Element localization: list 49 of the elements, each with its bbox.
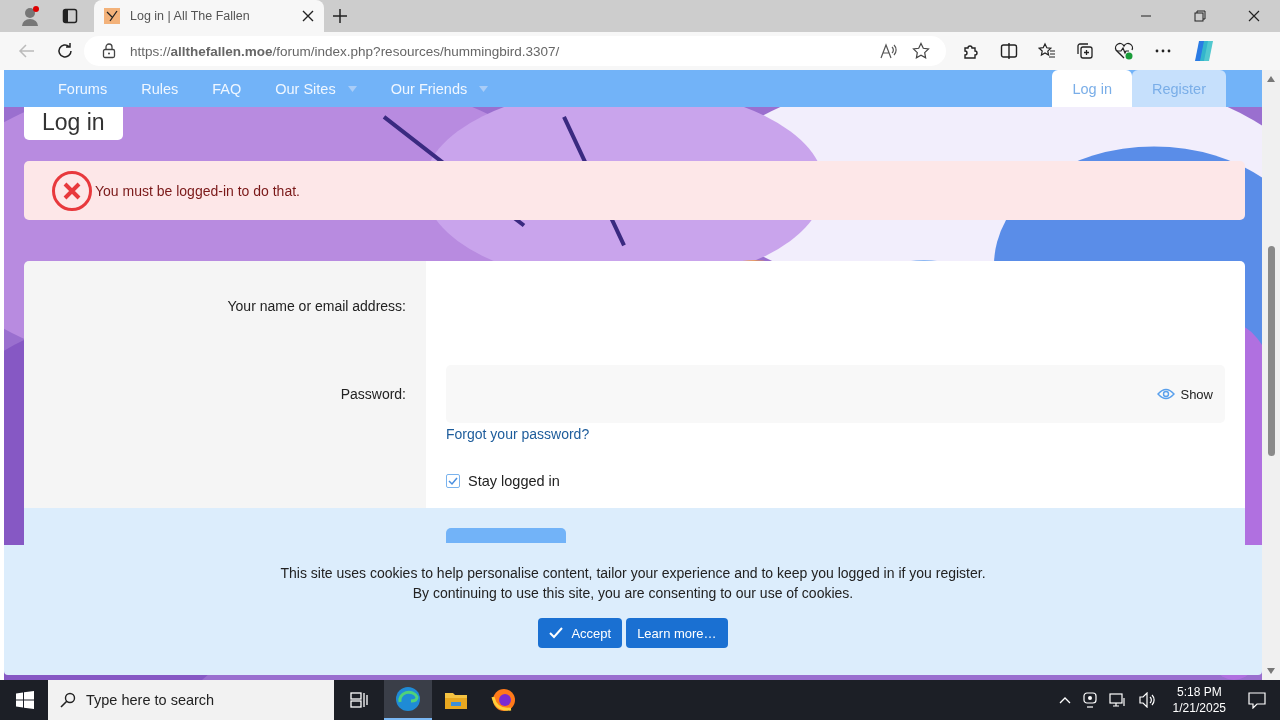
split-screen-icon[interactable]	[1000, 42, 1018, 60]
password-field[interactable]: Show	[446, 365, 1225, 423]
lock-icon	[102, 43, 116, 59]
collections-icon[interactable]	[1076, 42, 1094, 60]
chevron-up-icon[interactable]	[1058, 696, 1071, 704]
health-icon[interactable]	[1114, 42, 1134, 60]
taskbar-clock[interactable]: 5:18 PM 1/21/2025	[1172, 684, 1226, 716]
scroll-up-icon[interactable]	[1267, 76, 1275, 82]
error-icon	[51, 169, 93, 212]
show-password-button[interactable]: Show	[1157, 386, 1213, 402]
page-title: Log in	[24, 107, 123, 140]
volume-icon[interactable]	[1138, 692, 1157, 708]
close-tab-icon[interactable]	[302, 10, 314, 22]
scrollbar-thumb[interactable]	[1267, 246, 1275, 456]
address-bar[interactable]: https://allthefallen.moe/forum/index.php?resources/hummingbird.3307/	[84, 36, 946, 66]
cookie-text: This site uses cookies to help personalise content, tailor your experience and to keep you logged in if you register.	[280, 565, 986, 581]
close-window-icon[interactable]	[1248, 10, 1260, 22]
field-label: Your name or email address:	[227, 298, 406, 314]
read-aloud-icon[interactable]	[880, 43, 898, 59]
restore-icon[interactable]	[1194, 10, 1206, 22]
extensions-icon[interactable]	[962, 42, 980, 60]
learn-more-button[interactable]: Learn more…	[626, 618, 728, 648]
site-favicon-icon	[104, 8, 120, 24]
scrollbar[interactable]	[1262, 70, 1280, 680]
folder-icon[interactable]	[444, 690, 468, 710]
start-icon[interactable]	[16, 691, 34, 709]
webcam-icon[interactable]	[1082, 692, 1097, 708]
tab-actions-icon[interactable]	[62, 8, 78, 24]
search-icon	[60, 692, 76, 708]
eye-icon	[1157, 388, 1176, 400]
new-tab-icon[interactable]	[332, 8, 348, 24]
scroll-down-icon[interactable]	[1267, 668, 1275, 674]
favorites-icon[interactable]	[1038, 42, 1056, 60]
network-icon[interactable]	[1108, 692, 1127, 708]
star-icon[interactable]	[912, 42, 930, 60]
browser-tab[interactable]: Log in | All The Fallen	[94, 0, 324, 32]
stay-logged-in-checkbox[interactable]: Stay logged in	[446, 473, 560, 489]
refresh-icon[interactable]	[56, 42, 74, 60]
error-text: You must be logged-in to do that.	[95, 182, 300, 199]
accept-button[interactable]: Accept	[538, 618, 623, 648]
notifications-icon[interactable]	[1248, 691, 1266, 709]
checkbox-icon[interactable]	[446, 474, 460, 488]
profile-icon[interactable]	[20, 5, 42, 27]
checkmark-icon	[549, 627, 564, 639]
task-view-icon[interactable]	[350, 692, 368, 708]
field-label: Password:	[340, 386, 406, 402]
cookie-text: By continuing to use this site, you are consenting to our use of cookies.	[412, 585, 854, 601]
taskbar-search-field[interactable]: Type here to search	[48, 680, 334, 720]
forgot-password-link[interactable]: Forgot your password?	[446, 426, 590, 442]
